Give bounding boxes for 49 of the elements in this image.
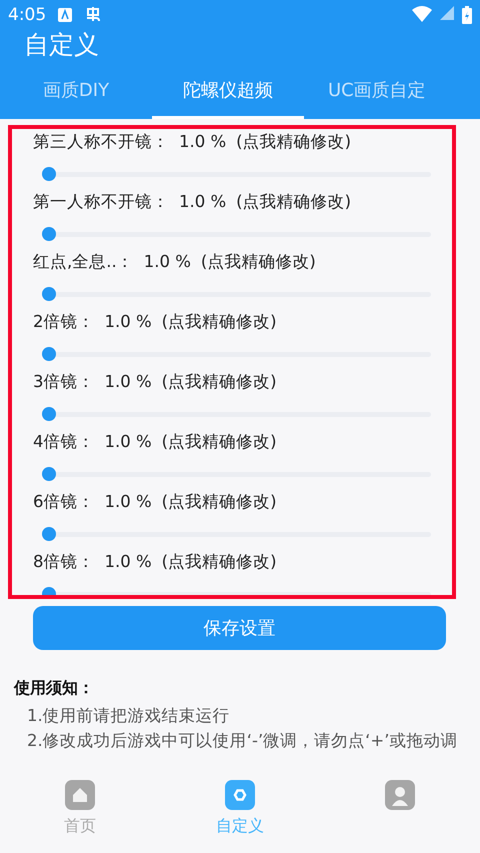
slider[interactable]	[42, 227, 431, 241]
setting-value: 1.0 %	[104, 551, 152, 573]
slider[interactable]	[42, 527, 431, 541]
edit-link[interactable]: (点我精确修改)	[236, 189, 352, 217]
setting-value: 1.0 %	[104, 491, 152, 513]
slider-thumb[interactable]	[42, 167, 56, 181]
keyboard-notification-icon	[58, 8, 72, 22]
slider[interactable]	[42, 287, 431, 301]
setting-value: 1.0 %	[104, 431, 152, 453]
setting-value: 1.0 %	[104, 311, 152, 333]
signal-icon	[440, 6, 454, 20]
status-time: 4:05	[8, 5, 46, 25]
setting-value: 1.0 %	[104, 371, 152, 393]
slider[interactable]	[42, 407, 431, 421]
notice-text: 1.使用前请把游戏结束运行	[26, 705, 231, 727]
setting-label: 第一人称不开镜：	[33, 191, 169, 213]
wifi-icon	[412, 6, 432, 22]
slider-thumb[interactable]	[42, 527, 56, 541]
setting-label: 第三人称不开镜：	[33, 131, 169, 153]
slider-thumb[interactable]	[42, 467, 56, 481]
notice-text: 2.修改成功后游戏中可以使用‘-’微调，请勿点‘+’或拖动调	[26, 730, 459, 752]
edit-link[interactable]: (点我精确修改)	[200, 249, 316, 277]
edit-link[interactable]: (点我精确修改)	[162, 309, 277, 337]
slider-thumb[interactable]	[42, 347, 56, 361]
setting-value: 1.0 %	[179, 191, 226, 213]
slider[interactable]	[42, 167, 431, 181]
battery-icon	[462, 6, 472, 24]
slider-thumb[interactable]	[42, 227, 56, 241]
edit-link[interactable]: (点我精确修改)	[162, 489, 277, 517]
edit-link[interactable]: (点我精确修改)	[162, 429, 277, 457]
edit-link[interactable]: (点我精确修改)	[162, 369, 277, 397]
setting-label: 6倍镜：	[33, 491, 94, 513]
home-icon	[65, 780, 95, 810]
setting-label: 2倍镜：	[33, 311, 94, 333]
setting-label: 4倍镜：	[33, 431, 94, 453]
user-icon	[385, 780, 415, 810]
app-title: 自定义	[23, 30, 100, 61]
notice-title: 使用须知：	[14, 678, 95, 699]
edit-link[interactable]: (点我精确修改)	[236, 129, 352, 157]
slider-thumb[interactable]	[42, 287, 56, 301]
setting-label: 红点,全息..：	[33, 251, 134, 273]
slider-thumb[interactable]	[42, 407, 56, 421]
setting-label: 3倍镜：	[33, 371, 94, 393]
setting-label: 8倍镜：	[33, 551, 94, 573]
setting-value: 1.0 %	[144, 251, 191, 273]
slider[interactable]	[42, 467, 431, 481]
setting-value: 1.0 %	[179, 131, 226, 153]
slider[interactable]	[42, 347, 431, 361]
edit-link[interactable]: (点我精确修改)	[162, 549, 277, 577]
